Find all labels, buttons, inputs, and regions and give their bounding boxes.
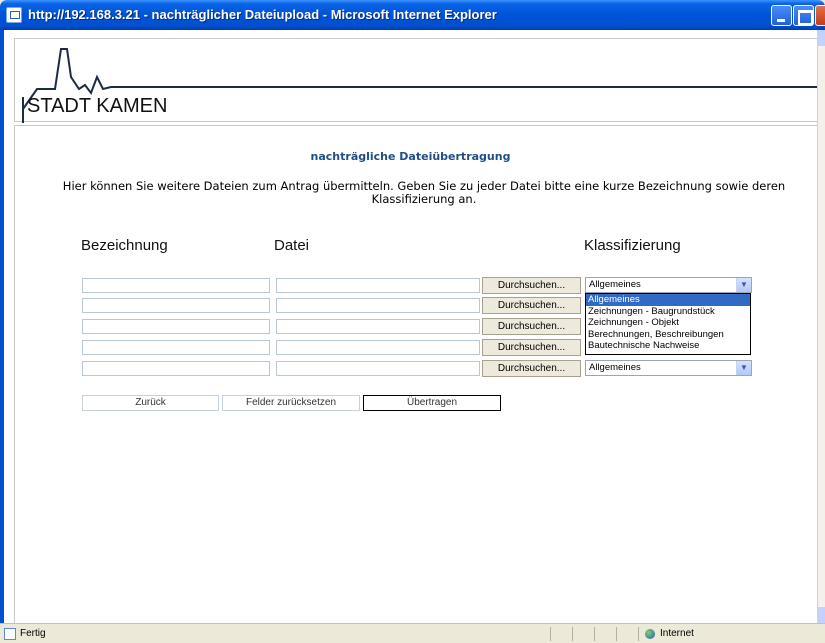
bezeichnung-input-2[interactable] [82, 298, 270, 313]
site-header: STADT KAMEN [14, 38, 817, 123]
file-path-input-5[interactable] [276, 361, 480, 376]
bezeichnung-input-5[interactable] [82, 361, 270, 376]
intro-text: Hier können Sie weitere Dateien zum Antr… [62, 179, 786, 206]
close-button[interactable] [815, 5, 825, 26]
dropdown-option[interactable]: Zeichnungen - Objekt [586, 317, 750, 329]
klassifizierung-dropdown-list[interactable]: Allgemeines Zeichnungen - Baugrundstück … [585, 293, 751, 355]
submit-button[interactable]: Übertragen [363, 395, 501, 411]
column-header-klassifizierung: Klassifizierung [584, 237, 681, 254]
scroll-down-arrow-icon[interactable] [818, 607, 825, 623]
page-title: nachträgliche Dateiübertragung [310, 150, 511, 163]
select-value: Allgemeines [589, 362, 641, 373]
globe-icon [645, 629, 655, 639]
window-title: http://192.168.3.21 - nachträglicher Dat… [28, 7, 497, 22]
column-header-datei: Datei [274, 237, 310, 254]
ie-page-icon [6, 7, 22, 23]
chevron-down-icon[interactable]: ▼ [736, 278, 751, 292]
page-content: STADT KAMEN nachträgliche Dateiübertragu… [4, 30, 817, 623]
status-text: Fertig [20, 628, 46, 639]
status-divider [594, 627, 595, 641]
browse-button-5[interactable]: Durchsuchen... [482, 360, 581, 377]
minimize-button[interactable] [771, 5, 792, 26]
status-divider [616, 627, 617, 641]
browse-button-4[interactable]: Durchsuchen... [482, 339, 581, 356]
browse-button-1[interactable]: Durchsuchen... [482, 277, 581, 294]
file-path-input-1[interactable] [276, 278, 480, 293]
klassifizierung-select-5[interactable]: Allgemeines ▼ [585, 360, 752, 376]
security-zone-label: Internet [660, 628, 694, 639]
browse-button-3[interactable]: Durchsuchen... [482, 318, 581, 335]
title-bar[interactable]: http://192.168.3.21 - nachträglicher Dat… [0, 0, 825, 30]
bezeichnung-input-1[interactable] [82, 278, 270, 293]
dropdown-option[interactable]: Bautechnische Nachweise [586, 340, 750, 352]
select-value: Allgemeines [589, 279, 641, 290]
chevron-down-icon[interactable]: ▼ [736, 361, 751, 375]
vertical-scrollbar[interactable] [817, 30, 825, 623]
browse-button-2[interactable]: Durchsuchen... [482, 297, 581, 314]
file-path-input-3[interactable] [276, 319, 480, 334]
logo-text: STADT KAMEN [27, 95, 168, 117]
klassifizierung-select-1[interactable]: Allgemeines ▼ [585, 277, 752, 293]
reset-fields-button[interactable]: Felder zurücksetzen [222, 395, 360, 411]
file-path-input-4[interactable] [276, 340, 480, 355]
scroll-up-arrow-icon[interactable] [818, 30, 825, 46]
status-divider [572, 627, 573, 641]
file-path-input-2[interactable] [276, 298, 480, 313]
status-bar: Fertig Internet [0, 623, 825, 643]
maximize-button[interactable] [793, 5, 814, 26]
page-done-icon [4, 628, 16, 640]
dropdown-option[interactable]: Berechnungen, Beschreibungen [586, 329, 750, 341]
dropdown-option[interactable]: Allgemeines [586, 294, 750, 306]
column-header-bezeichnung: Bezeichnung [81, 237, 168, 254]
bezeichnung-input-3[interactable] [82, 319, 270, 334]
bezeichnung-input-4[interactable] [82, 340, 270, 355]
status-divider [638, 627, 639, 641]
status-divider [550, 627, 551, 641]
dropdown-option[interactable]: Zeichnungen - Baugrundstück [586, 306, 750, 318]
back-button[interactable]: Zurück [82, 395, 219, 411]
